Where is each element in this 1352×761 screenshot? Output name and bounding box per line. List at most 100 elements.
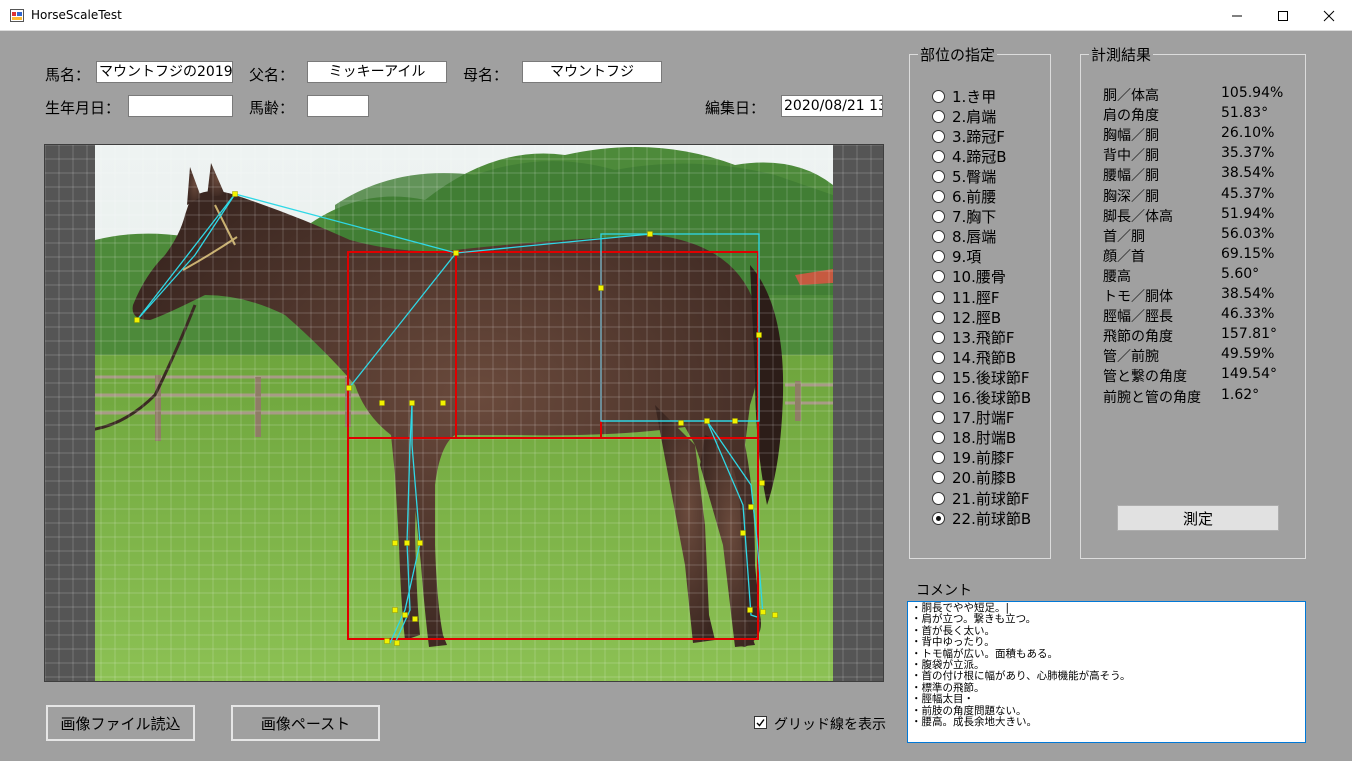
landmark-point[interactable] bbox=[704, 418, 710, 424]
radio-circle-icon[interactable] bbox=[932, 190, 945, 203]
radio-circle-icon[interactable] bbox=[932, 290, 945, 304]
body-part-radio-12[interactable]: 12.脛B bbox=[932, 307, 1001, 327]
body-part-radio-3[interactable]: 3.蹄冠F bbox=[932, 126, 1005, 146]
comment-textarea[interactable]: ・胴長でやや短足。| ・肩が立つ。繋きも立つ。 ・首が長く太い。 ・背中ゆったり。 ・ト… bbox=[907, 601, 1306, 743]
body-part-radio-20[interactable]: 20.前膝B bbox=[932, 468, 1016, 488]
result-value: 45.37% bbox=[1221, 185, 1275, 202]
landmark-point[interactable] bbox=[346, 385, 352, 391]
load-image-button[interactable]: 画像ファイル読込 bbox=[46, 705, 195, 741]
radio-circle-icon[interactable] bbox=[932, 210, 945, 224]
body-part-label: 2.肩端 bbox=[952, 107, 997, 126]
comment-line: ・背中ゆったり。 bbox=[911, 636, 995, 649]
comment-line: ・脛幅太目・ bbox=[911, 693, 974, 706]
radio-circle-icon[interactable] bbox=[932, 230, 945, 244]
landmark-point[interactable] bbox=[232, 191, 238, 197]
landmark-point[interactable] bbox=[404, 540, 410, 546]
landmark-point[interactable] bbox=[379, 400, 385, 406]
sire-field[interactable]: ミッキーアイル bbox=[307, 61, 447, 83]
landmark-point[interactable] bbox=[756, 332, 762, 338]
measure-button[interactable]: 測定 bbox=[1117, 505, 1279, 531]
body-part-radio-17[interactable]: 17.肘端F bbox=[932, 408, 1014, 428]
edit-date-field[interactable]: 2020/08/21 13 bbox=[781, 95, 883, 117]
body-part-radio-6[interactable]: 6.前腰 bbox=[932, 187, 996, 207]
result-value: 105.94% bbox=[1221, 85, 1284, 101]
radio-circle-icon[interactable] bbox=[932, 270, 945, 284]
body-part-radio-22[interactable]: 22.前球節B bbox=[932, 508, 1031, 528]
landmark-point[interactable] bbox=[392, 540, 398, 546]
body-part-radio-14[interactable]: 14.飛節B bbox=[932, 347, 1016, 367]
landmark-point[interactable] bbox=[598, 285, 604, 291]
landmark-point[interactable] bbox=[409, 400, 415, 406]
title-bar: HorseScaleTest bbox=[0, 0, 1352, 31]
radio-circle-icon[interactable] bbox=[932, 391, 945, 404]
grid-toggle-checkbox[interactable] bbox=[754, 716, 767, 729]
body-part-radio-10[interactable]: 10.腰骨 bbox=[932, 267, 1006, 287]
body-part-radio-21[interactable]: 21.前球節F bbox=[932, 488, 1029, 508]
radio-circle-icon[interactable] bbox=[932, 310, 945, 324]
radio-circle-icon[interactable] bbox=[932, 471, 945, 485]
result-label: 胸深／胴 bbox=[1103, 188, 1159, 205]
image-canvas[interactable] bbox=[44, 144, 884, 682]
body-part-radio-8[interactable]: 8.唇端 bbox=[932, 227, 996, 247]
landmark-point[interactable] bbox=[748, 504, 754, 510]
body-part-radio-19[interactable]: 19.前膝F bbox=[932, 448, 1014, 468]
landmark-point[interactable] bbox=[647, 231, 653, 237]
radio-circle-icon[interactable] bbox=[932, 451, 945, 465]
body-part-radio-7[interactable]: 7.胸下 bbox=[932, 207, 996, 227]
radio-circle-icon[interactable] bbox=[932, 511, 945, 525]
body-part-radio-15[interactable]: 15.後球節F bbox=[932, 367, 1029, 387]
radio-circle-icon[interactable] bbox=[932, 350, 945, 364]
radio-circle-icon[interactable] bbox=[932, 330, 945, 344]
minimize-button[interactable] bbox=[1214, 0, 1260, 31]
landmark-point[interactable] bbox=[394, 640, 400, 646]
birthdate-field[interactable] bbox=[128, 95, 233, 117]
radio-circle-icon[interactable] bbox=[932, 89, 945, 103]
radio-circle-icon[interactable] bbox=[932, 169, 945, 183]
close-button[interactable] bbox=[1306, 0, 1352, 31]
horse-name-field[interactable]: マウントフジの2019 bbox=[96, 61, 233, 83]
body-part-radio-11[interactable]: 11.脛F bbox=[932, 287, 999, 307]
landmark-point[interactable] bbox=[440, 400, 446, 406]
body-part-radio-1[interactable]: 1.き甲 bbox=[932, 86, 996, 106]
radio-circle-icon[interactable] bbox=[932, 149, 945, 163]
minimize-icon bbox=[1232, 15, 1242, 16]
body-part-radio-18[interactable]: 18.肘端B bbox=[932, 428, 1016, 448]
landmark-point[interactable] bbox=[402, 612, 408, 618]
radio-circle-icon[interactable] bbox=[932, 129, 945, 143]
app-icon bbox=[10, 9, 24, 22]
radio-circle-icon[interactable] bbox=[932, 250, 945, 264]
body-part-radio-2[interactable]: 2.肩端 bbox=[932, 106, 996, 126]
landmark-point[interactable] bbox=[740, 530, 746, 536]
radio-circle-icon[interactable] bbox=[932, 431, 945, 445]
age-field[interactable] bbox=[307, 95, 369, 117]
dam-field[interactable]: マウントフジ bbox=[522, 61, 662, 83]
body-part-radio-5[interactable]: 5.臀端 bbox=[932, 166, 996, 186]
result-value: 26.10% bbox=[1221, 125, 1275, 142]
landmark-point[interactable] bbox=[772, 612, 778, 618]
body-part-radio-4[interactable]: 4.蹄冠B bbox=[932, 146, 1007, 166]
landmark-point[interactable] bbox=[747, 607, 753, 613]
body-part-label: 12.脛B bbox=[952, 308, 1002, 327]
landmark-point[interactable] bbox=[732, 418, 738, 424]
paste-image-button[interactable]: 画像ペースト bbox=[231, 705, 380, 741]
landmark-point[interactable] bbox=[384, 638, 390, 644]
radio-circle-icon[interactable] bbox=[932, 491, 945, 505]
landmark-point[interactable] bbox=[417, 540, 423, 546]
radio-circle-icon[interactable] bbox=[932, 411, 945, 425]
maximize-button[interactable] bbox=[1260, 0, 1306, 31]
radio-circle-icon[interactable] bbox=[932, 109, 945, 123]
landmark-point[interactable] bbox=[759, 480, 765, 486]
landmark-point[interactable] bbox=[453, 250, 459, 256]
landmark-point[interactable] bbox=[760, 609, 766, 615]
body-part-radio-9[interactable]: 9.項 bbox=[932, 247, 981, 267]
landmark-point[interactable] bbox=[412, 616, 418, 622]
radio-circle-icon[interactable] bbox=[932, 370, 945, 384]
body-part-radio-16[interactable]: 16.後球節B bbox=[932, 388, 1031, 408]
sire-label: 父名： bbox=[249, 66, 295, 84]
result-label: 背中／胴 bbox=[1103, 148, 1159, 165]
landmark-point[interactable] bbox=[392, 607, 398, 613]
landmark-point[interactable] bbox=[134, 317, 140, 323]
body-part-radio-13[interactable]: 13.飛節F bbox=[932, 327, 1014, 347]
landmark-point[interactable] bbox=[678, 420, 684, 426]
grid-toggle-label[interactable]: グリッド線を表示 bbox=[774, 714, 886, 734]
